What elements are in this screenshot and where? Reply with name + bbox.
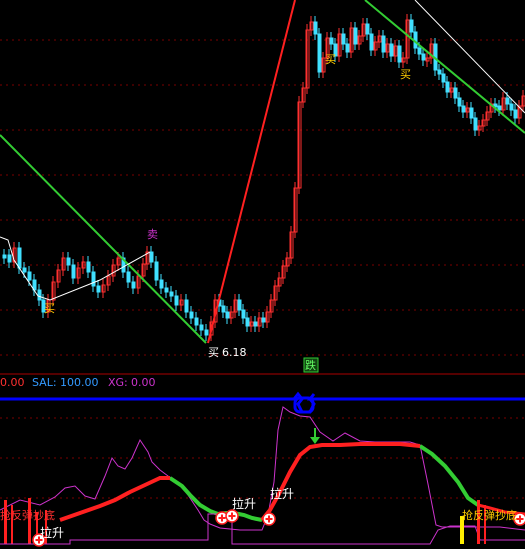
- candle-down: [445, 81, 450, 93]
- blue-sal-line: [0, 391, 525, 414]
- candle-down: [369, 33, 374, 51]
- candle-down: [389, 43, 394, 57]
- candle-down: [149, 251, 154, 263]
- candle-down: [353, 27, 358, 45]
- candle-down: [66, 257, 71, 266]
- stock-chart: 买 卖 买 6.18 买 买 跌 0.00 SAL: 100.00 XG: 0.…: [0, 0, 525, 547]
- candle-down: [131, 281, 136, 289]
- rebound-bottom-label-left: 抢反弹抄底: [0, 508, 55, 522]
- candle-down: [441, 73, 446, 83]
- price-panel: 买 卖 买 6.18 买 买 跌: [0, 0, 525, 373]
- candle-down: [225, 311, 230, 319]
- candle-down: [513, 109, 518, 119]
- candle-down: [154, 261, 159, 281]
- candle-down: [497, 105, 502, 111]
- candle-down: [27, 271, 32, 281]
- candle-down: [221, 305, 226, 313]
- candlesticks: [2, 14, 525, 341]
- candle-down: [457, 97, 462, 107]
- candle-down: [159, 279, 164, 289]
- candle-down: [409, 19, 414, 33]
- lift-label-3: 拉升: [270, 486, 294, 501]
- candle-down: [194, 317, 199, 326]
- candle-down: [261, 317, 266, 323]
- indicator-header-sal-label: SAL:: [32, 376, 57, 389]
- red-signal-line: [59, 476, 170, 522]
- indicator-header-xg-value: 0.00: [131, 376, 156, 389]
- fall-badge-text: 跌: [305, 358, 316, 372]
- candle-down: [437, 69, 442, 75]
- candle-down: [96, 285, 101, 293]
- candle-down: [237, 299, 242, 311]
- candle-down: [17, 247, 22, 269]
- candle-down: [7, 254, 12, 263]
- candle-down: [469, 107, 474, 119]
- candle-down: [461, 105, 466, 113]
- candle-down: [365, 23, 370, 35]
- plus-circle-icon: [225, 509, 239, 523]
- candle-down: [341, 33, 346, 45]
- candle-down: [71, 264, 76, 279]
- red-signal-line-rise: [260, 442, 421, 522]
- indicator-header-first-value: 0.00: [0, 376, 25, 389]
- candle-down: [417, 47, 422, 55]
- candle-down: [189, 311, 194, 319]
- green-signal-line-right: [418, 444, 480, 507]
- candle-down: [505, 97, 510, 105]
- indicator-panel: 0.00 SAL: 100.00 XG: 0.00 拉升 拉升 拉升 抢反弹抄底…: [0, 376, 525, 547]
- candle-down: [169, 291, 174, 297]
- candle-down: [453, 87, 458, 99]
- buy-signal-label-top-1: 买: [325, 53, 336, 66]
- plus-circle-icon: [262, 512, 276, 526]
- candle-down: [397, 45, 402, 63]
- candle-down: [421, 53, 426, 61]
- lift-label-1: 拉升: [40, 525, 64, 540]
- red-uptrend-line: [207, 0, 296, 344]
- buy-signal-label-left: 买: [44, 302, 55, 315]
- candle-down: [253, 321, 258, 327]
- candle-down: [37, 289, 42, 301]
- candle-down: [509, 103, 514, 111]
- sell-signal-label: 卖: [147, 228, 158, 241]
- candle-down: [329, 37, 334, 45]
- candle-down: [91, 271, 96, 287]
- candle-down: [345, 43, 350, 53]
- candle-down: [313, 21, 318, 35]
- indicator-header-xg-label: XG:: [108, 376, 128, 389]
- indicator-grid: [0, 417, 525, 499]
- candle-down: [204, 329, 209, 336]
- candle-down: [22, 267, 27, 273]
- candle-down: [199, 324, 204, 331]
- indicator-header-sal-value: 100.00: [60, 376, 99, 389]
- low-price-label: 6.18: [222, 346, 247, 359]
- green-downtrend-line-left: [0, 134, 207, 344]
- candle-down: [86, 261, 91, 273]
- candle-down: [174, 295, 179, 306]
- rebound-bottom-label-right: 抢反弹抄底: [462, 508, 517, 522]
- fall-badge: 跌: [303, 357, 319, 373]
- green-downtrend-line-right: [364, 0, 525, 134]
- candle-down: [473, 117, 478, 131]
- candle-down: [2, 254, 7, 259]
- candle-down: [381, 35, 386, 53]
- candle-down: [164, 287, 169, 293]
- candle-down: [241, 309, 246, 319]
- candle-down: [126, 271, 131, 283]
- lift-label-2: 拉升: [232, 496, 256, 511]
- buy-signal-label-low: 买: [208, 346, 219, 359]
- buy-signal-label-top-2: 买: [400, 68, 411, 81]
- candle-down: [317, 33, 322, 73]
- candle-down: [245, 317, 250, 327]
- candle-down: [184, 299, 189, 313]
